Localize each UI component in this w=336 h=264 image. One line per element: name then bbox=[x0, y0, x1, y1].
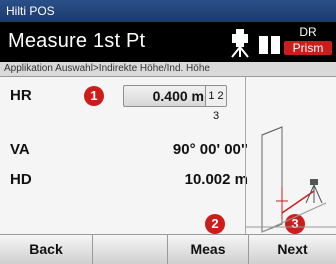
measure-mode-indicator: DR Prism bbox=[284, 26, 332, 58]
app-title-bar: Hilti POS bbox=[0, 0, 336, 22]
mode-dr: DR bbox=[299, 25, 317, 39]
hd-value: 10.002 m bbox=[184, 171, 248, 188]
indirect-height-diagram bbox=[246, 126, 336, 233]
hr-value: 0.400 m bbox=[152, 88, 204, 104]
softkey-empty[interactable] bbox=[93, 235, 168, 264]
meas-button[interactable]: Meas bbox=[168, 235, 249, 264]
instrument-icon bbox=[231, 29, 249, 58]
va-label: VA bbox=[10, 141, 30, 158]
status-bar-icon bbox=[271, 36, 280, 54]
app-title: Hilti POS bbox=[6, 4, 55, 18]
device-screen: Hilti POS Measure 1st Pt DR Prism Applik… bbox=[0, 0, 336, 264]
va-value: 90° 00' 00" bbox=[172, 141, 248, 158]
breadcrumb-text: Applikation Auswahl>Indirekte Höhe/Ind. … bbox=[4, 63, 210, 74]
page-title: Measure 1st Pt bbox=[8, 30, 146, 52]
callout-1: 1 bbox=[84, 86, 104, 106]
hr-label: HR bbox=[10, 87, 32, 104]
softkey-bar: Back Meas Next bbox=[0, 234, 336, 264]
callout-2: 2 bbox=[205, 214, 225, 234]
hd-label: HD bbox=[10, 171, 32, 188]
next-button[interactable]: Next bbox=[249, 235, 336, 264]
measure-panel: HR 1 0.400 m 1 2 3 VA 90° 00' 00" HD 10.… bbox=[0, 77, 336, 234]
status-bar-icon bbox=[259, 36, 268, 54]
numeric-mode-toggle[interactable]: 1 2 3 bbox=[205, 86, 226, 122]
page-header: Measure 1st Pt DR Prism bbox=[0, 22, 336, 62]
back-button[interactable]: Back bbox=[0, 235, 93, 264]
hr-input[interactable]: 0.400 m 1 2 3 bbox=[123, 85, 227, 122]
numeric-mode-label: 1 2 3 bbox=[208, 90, 224, 122]
mode-prism: Prism bbox=[284, 41, 332, 55]
breadcrumb: Applikation Auswahl>Indirekte Höhe/Ind. … bbox=[0, 62, 336, 77]
